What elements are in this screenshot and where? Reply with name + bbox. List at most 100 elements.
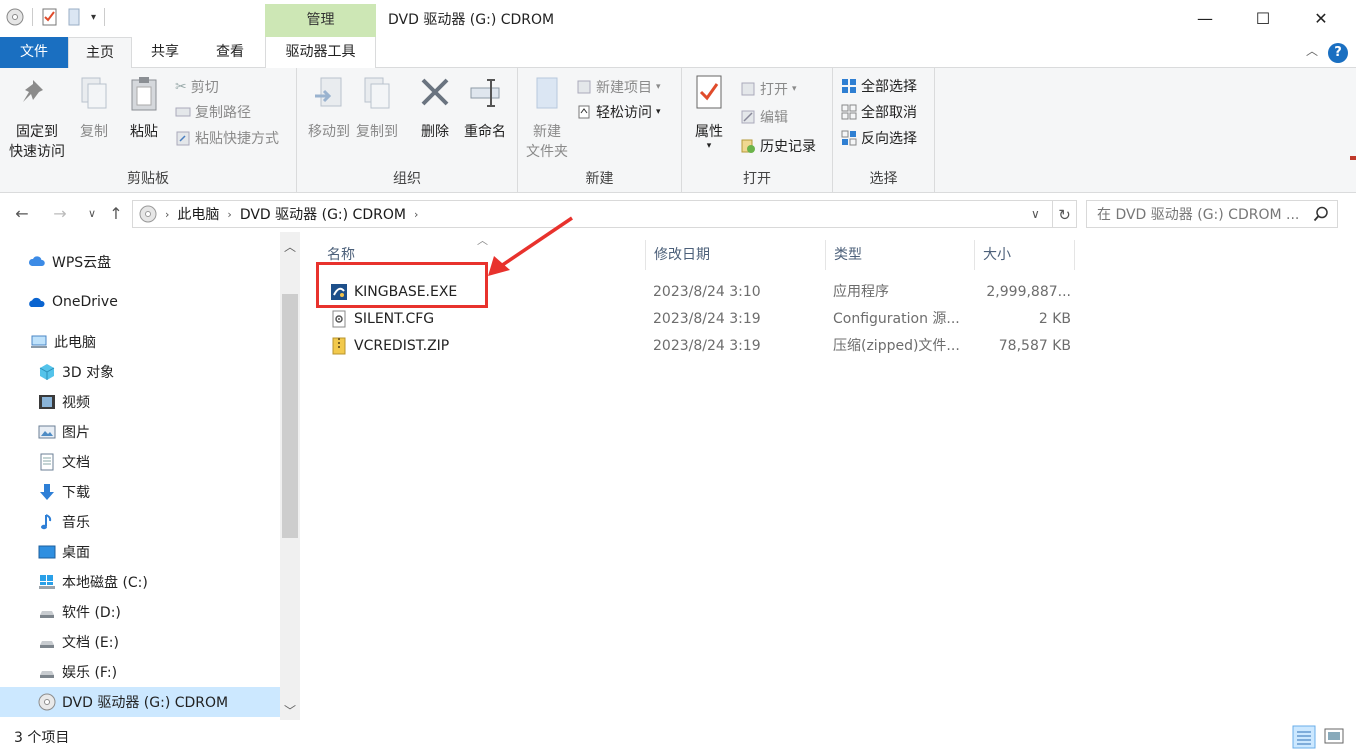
tab-home[interactable]: 主页 — [68, 37, 132, 69]
refresh-icon[interactable]: ↻ — [1053, 200, 1077, 228]
tab-view[interactable]: 查看 — [198, 37, 262, 68]
new-folder-qat-icon[interactable] — [67, 8, 83, 26]
dvd-window-icon[interactable] — [6, 8, 24, 26]
config-file-icon — [332, 310, 346, 328]
easy-access-icon — [578, 105, 590, 119]
recent-locations-icon[interactable]: ∨ — [80, 202, 104, 226]
up-arrow-icon[interactable]: ↑ — [104, 202, 128, 226]
copy-button[interactable]: 复制 — [74, 74, 114, 142]
nav-item-pictures[interactable]: 图片 — [0, 417, 280, 447]
zip-icon — [332, 337, 346, 355]
file-name: VCREDIST.ZIP — [354, 338, 450, 354]
paste-label: 粘贴 — [130, 124, 158, 140]
scroll-down-icon[interactable]: ﹀ — [280, 702, 300, 719]
properties-button[interactable]: 属性 ▾ — [688, 74, 730, 151]
copy-path-icon — [175, 107, 191, 117]
rename-label: 重命名 — [464, 124, 506, 140]
delete-button[interactable]: 删除 — [415, 74, 455, 142]
nav-item-label: 桌面 — [62, 545, 90, 561]
address-history-dropdown-icon[interactable]: ∨ — [1031, 207, 1040, 221]
cut-button[interactable]: ✂ 剪切 — [175, 76, 219, 98]
nav-item-label: 下载 — [62, 485, 90, 501]
scroll-up-icon[interactable]: ︿ — [280, 238, 300, 255]
nav-item-label: 软件 (D:) — [62, 605, 121, 621]
scissors-icon: ✂ — [175, 79, 187, 95]
move-to-button[interactable]: 移动到 — [305, 74, 353, 142]
pin-quick-access-button[interactable]: 固定到 快速访问 — [4, 74, 70, 162]
qat-divider — [32, 8, 33, 26]
forward-arrow-icon[interactable]: → — [48, 202, 72, 226]
history-button[interactable]: 历史记录 — [740, 135, 816, 157]
open-button[interactable]: 打开 ▾ — [740, 78, 797, 100]
breadcrumb-this-pc[interactable]: 此电脑 — [177, 204, 219, 224]
nav-item-drive-f[interactable]: 娱乐 (F:) — [0, 657, 280, 687]
organize-group: 移动到 复制到 删除 重命名 组织 — [297, 68, 518, 192]
nav-item-desktop[interactable]: 桌面 — [0, 537, 280, 567]
delete-x-icon — [421, 78, 449, 106]
breadcrumb-dvd-drive[interactable]: DVD 驱动器 (G:) CDROM — [240, 204, 406, 224]
nav-item-music[interactable]: 音乐 — [0, 507, 280, 537]
address-bar[interactable]: › 此电脑 › DVD 驱动器 (G:) CDROM › — [132, 200, 1053, 228]
paste-button[interactable]: 粘贴 — [124, 74, 164, 142]
easy-access-button[interactable]: 轻松访问 ▾ — [576, 101, 661, 123]
file-row[interactable]: SILENT.CFG 2023/8/24 3:19 Configuration … — [325, 306, 1085, 332]
nav-item-downloads[interactable]: 下载 — [0, 477, 280, 507]
quick-access-toolbar: ▾ — [6, 8, 106, 26]
properties-check-icon[interactable] — [41, 8, 59, 26]
maximize-button[interactable]: ☐ — [1234, 0, 1292, 36]
search-icon — [1313, 206, 1328, 222]
large-icons-view-icon[interactable] — [1322, 725, 1346, 749]
back-arrow-icon[interactable]: ← — [10, 202, 34, 226]
select-all-button[interactable]: 全部选择 — [841, 75, 917, 97]
file-row[interactable]: VCREDIST.ZIP 2023/8/24 3:19 压缩(zipped)文件… — [325, 333, 1085, 359]
nav-item-documents[interactable]: 文档 — [0, 447, 280, 477]
scrollbar-thumb[interactable] — [282, 294, 298, 538]
invert-selection-button[interactable]: 反向选择 — [841, 127, 917, 149]
dvd-icon — [38, 693, 56, 711]
nav-item-wps-cloud[interactable]: WPS云盘 — [0, 247, 280, 277]
column-header-type[interactable]: 类型 — [826, 240, 975, 270]
tab-file[interactable]: 文件 — [0, 37, 68, 68]
new-folder-label-line2: 文件夹 — [526, 144, 568, 160]
collapse-ribbon-icon[interactable]: ︿ — [1306, 42, 1318, 59]
copy-path-button[interactable]: 复制路径 — [175, 101, 251, 123]
rename-button[interactable]: 重命名 — [459, 74, 511, 142]
history-label: 历史记录 — [760, 139, 816, 155]
nav-item-3d-objects[interactable]: 3D 对象 — [0, 357, 280, 387]
new-folder-button[interactable]: 新建 文件夹 — [522, 74, 572, 162]
paste-shortcut-button[interactable]: 粘贴快捷方式 — [175, 127, 279, 149]
qat-dropdown-icon[interactable]: ▾ — [91, 12, 96, 23]
minimize-button[interactable]: — — [1176, 0, 1234, 36]
help-icon[interactable]: ? — [1328, 43, 1348, 63]
new-item-button[interactable]: 新建项目 ▾ — [576, 76, 661, 98]
paste-icon — [131, 77, 157, 111]
manage-contextual-tab[interactable]: 管理 — [265, 4, 376, 37]
search-input[interactable]: 在 DVD 驱动器 (G:) CDROM ... — [1086, 200, 1338, 228]
file-modified: 2023/8/24 3:19 — [653, 338, 761, 354]
pin-icon — [23, 80, 43, 102]
clipboard-group: 固定到 快速访问 复制 粘贴 ✂ 剪切 复制路径 粘贴快捷方式 剪贴板 — [0, 68, 297, 192]
edit-button[interactable]: 编辑 — [740, 106, 788, 128]
chevron-down-icon: ▾ — [656, 82, 661, 92]
tab-share[interactable]: 共享 — [134, 37, 196, 68]
details-view-icon[interactable] — [1292, 725, 1316, 749]
select-none-button[interactable]: 全部取消 — [841, 101, 917, 123]
nav-item-drive-d[interactable]: 软件 (D:) — [0, 597, 280, 627]
nav-item-dvd-drive[interactable]: DVD 驱动器 (G:) CDROM — [0, 687, 280, 717]
copy-to-button[interactable]: 复制到 — [353, 74, 401, 142]
breadcrumb-separator-icon: › — [165, 207, 170, 221]
column-header-modified[interactable]: 修改日期 — [646, 240, 826, 270]
tab-drive-tools[interactable]: 驱动器工具 — [265, 37, 376, 68]
annotation-arrow-icon — [488, 216, 573, 276]
column-header-size[interactable]: 大小 — [975, 240, 1075, 270]
nav-item-drive-e[interactable]: 文档 (E:) — [0, 627, 280, 657]
nav-item-label: WPS云盘 — [52, 255, 112, 271]
navigation-pane-scrollbar[interactable]: ︿ ﹀ — [280, 232, 300, 720]
nav-item-drive-c[interactable]: 本地磁盘 (C:) — [0, 567, 280, 597]
nav-item-videos[interactable]: 视频 — [0, 387, 280, 417]
maximize-icon: ☐ — [1255, 8, 1271, 28]
ribbon: 固定到 快速访问 复制 粘贴 ✂ 剪切 复制路径 粘贴快捷方式 剪贴板 移动到 复 — [0, 68, 1356, 193]
close-button[interactable]: ✕ — [1292, 0, 1350, 36]
nav-item-this-pc[interactable]: 此电脑 — [0, 327, 280, 357]
nav-item-onedrive[interactable]: OneDrive — [0, 287, 280, 317]
